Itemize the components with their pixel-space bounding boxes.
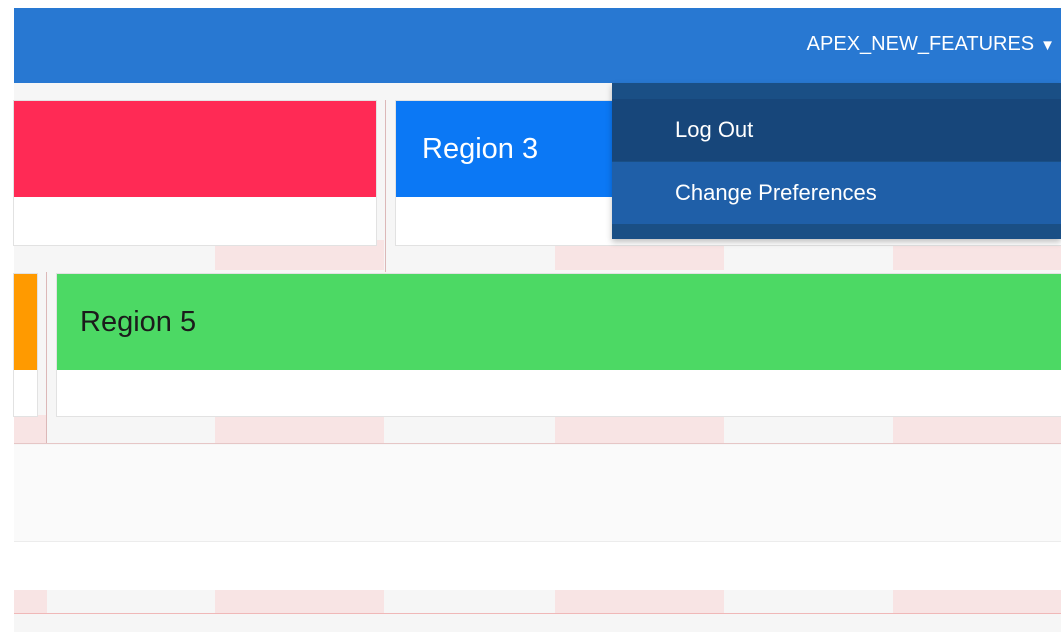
menu-item-log-out[interactable]: Log Out (612, 99, 1061, 161)
region-2-header (14, 101, 376, 197)
menu-item-label: Log Out (675, 117, 754, 142)
empty-region-body (14, 445, 1061, 541)
grid-column-overlay (14, 415, 47, 443)
grid-column-overlay (215, 415, 384, 443)
grid-column-overlay (14, 590, 47, 614)
grid-row-divider (14, 613, 1061, 614)
region-2-card (14, 101, 376, 245)
region-5-title: Region 5 (80, 305, 197, 338)
user-dropdown-menu: Log Out Change Preferences (612, 83, 1061, 239)
top-navigation-bar: APEX_NEW_FEATURES ▼ (14, 8, 1061, 83)
grid-column-overlay (893, 415, 1061, 443)
menu-item-change-preferences[interactable]: Change Preferences (612, 162, 1061, 224)
region-5-header: Region 5 (57, 274, 1061, 370)
grid-column-overlay (215, 590, 384, 614)
grid-row-divider (14, 443, 1061, 444)
region-4-card (14, 274, 37, 416)
user-menu-toggle[interactable]: APEX_NEW_FEATURES ▼ (807, 30, 1055, 58)
grid-column-overlay (555, 590, 724, 614)
grid-column-overlay (555, 415, 724, 443)
region-5-card: Region 5 (57, 274, 1061, 416)
region-4-header (14, 274, 37, 370)
menu-item-label: Change Preferences (675, 180, 877, 205)
username-label: APEX_NEW_FEATURES (806, 32, 1035, 55)
region-3-title: Region 3 (422, 132, 539, 165)
grid-row-divider (385, 100, 386, 272)
grid-row-divider (46, 272, 47, 444)
empty-region-body (14, 541, 1061, 590)
grid-column-overlay (893, 590, 1061, 614)
caret-down-icon: ▼ (1040, 36, 1055, 54)
